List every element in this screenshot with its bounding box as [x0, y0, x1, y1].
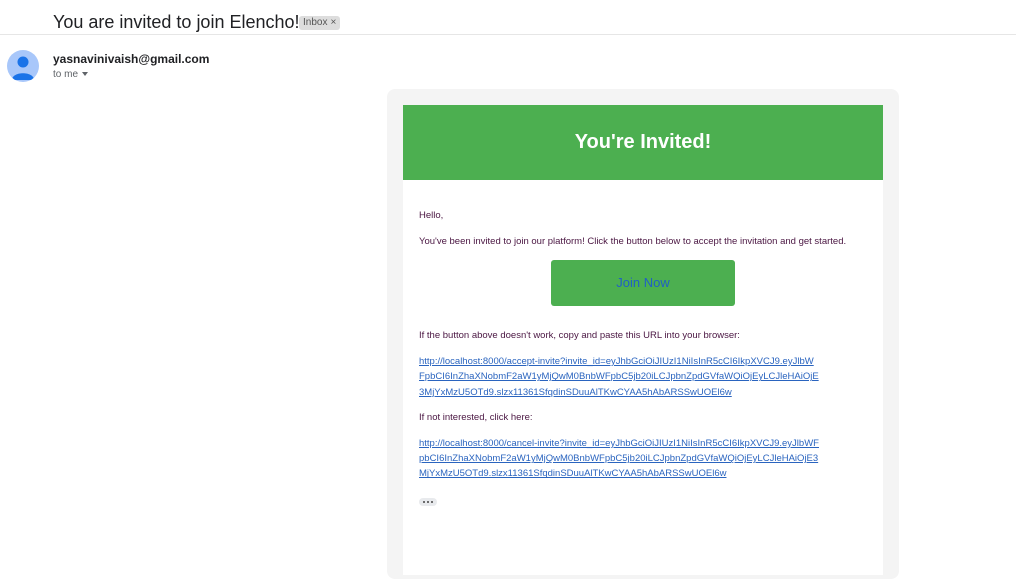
remove-label-icon[interactable]: ×: [330, 17, 336, 28]
recipient-details-toggle[interactable]: to me: [53, 69, 89, 80]
more-dot: [427, 500, 429, 503]
intro-text: You've been invited to join our platform…: [419, 236, 847, 247]
recipient-label: to me: [53, 69, 79, 80]
greeting-text: Hello,: [419, 210, 444, 221]
email-subject-bar: You are invited to join Elencho! Inbox ×: [0, 0, 1016, 35]
sender-avatar[interactable]: [7, 50, 39, 82]
join-now-button[interactable]: Join Now: [551, 260, 735, 306]
email-body: Hello, You've been invited to join our p…: [403, 180, 883, 511]
fallback-instructions: If the button above doesn't work, copy a…: [419, 330, 740, 341]
sender-email[interactable]: yasnavinivaish@gmail.com: [53, 52, 209, 66]
chevron-down-icon: [82, 72, 89, 77]
cancel-invite-link[interactable]: http://localhost:8000/cancel-invite?invi…: [419, 436, 819, 482]
join-button-wrapper: Join Now: [419, 260, 867, 306]
decline-instructions: If not interested, click here:: [419, 411, 533, 423]
accept-invite-link[interactable]: http://localhost:8000/accept-invite?invi…: [419, 354, 819, 400]
inbox-label-text: Inbox: [303, 17, 328, 28]
more-dot: [423, 500, 425, 503]
inbox-label-chip[interactable]: Inbox ×: [299, 16, 341, 30]
invite-banner: You're Invited!: [403, 105, 883, 180]
person-icon: [12, 56, 34, 80]
show-trimmed-content-button[interactable]: [419, 497, 437, 506]
email-card: You're Invited! Hello, You've been invit…: [403, 105, 883, 575]
email-subject: You are invited to join Elencho!: [53, 12, 300, 32]
banner-title: You're Invited!: [574, 131, 712, 153]
more-dot: [431, 500, 433, 503]
